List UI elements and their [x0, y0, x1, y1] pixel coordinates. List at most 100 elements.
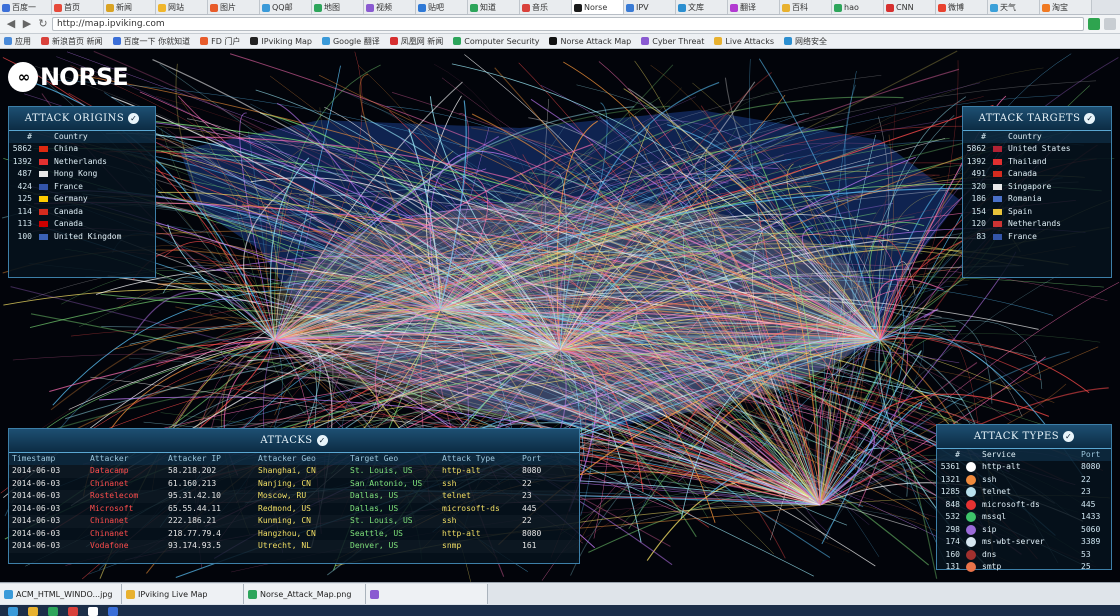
attack-cell: Microsoft [90, 503, 134, 513]
attack-cell: 2014-06-03 [12, 541, 61, 550]
type-count: 848 [945, 499, 960, 509]
browser-tab[interactable]: 微博 [936, 0, 988, 14]
bookmark-item[interactable]: 百度一下 你就知道 [112, 36, 191, 47]
browser-tab[interactable]: 新闻 [104, 0, 156, 14]
bookmark-label: 百度一下 你就知道 [123, 36, 191, 46]
browser-tab[interactable]: 文库 [676, 0, 728, 14]
tray-app-icon[interactable] [28, 606, 38, 616]
collapse-icon[interactable]: ✓ [1063, 431, 1075, 442]
type-count: 532 [945, 512, 960, 521]
taskbar-task[interactable]: IPviking Live Map [122, 584, 244, 604]
bookmark-item[interactable]: 网络安全 [784, 36, 827, 47]
browser-tab[interactable]: 百度一 [0, 0, 52, 14]
bookmark-item[interactable]: IPviking Map [250, 37, 312, 46]
targets-country: United States [1008, 144, 1071, 153]
browser-tab[interactable]: Norse [572, 0, 624, 14]
browser-tab[interactable]: 淘宝 [1040, 0, 1092, 14]
brand-name: NORSE [40, 63, 129, 91]
browser-tab[interactable]: CNN [884, 0, 936, 14]
bookmark-item[interactable]: 凤凰网 新闻 [389, 36, 443, 47]
browser-tab[interactable]: 贴吧 [416, 0, 468, 14]
bookmark-label: Live Attacks [725, 36, 775, 46]
back-icon[interactable]: ◀ [4, 17, 18, 31]
bookmark-item[interactable]: Google 翻译 [321, 36, 380, 47]
browser-tab[interactable]: 翻译 [728, 0, 780, 14]
attack-type-color-icon [966, 524, 976, 535]
tab-favicon-icon [990, 3, 998, 12]
tray-app-icon[interactable] [68, 606, 78, 616]
tab-favicon-icon [106, 3, 114, 12]
flag-icon [38, 183, 48, 190]
tray-app-icon[interactable] [48, 606, 58, 616]
origins-count: 113 [17, 219, 32, 228]
browser-tab[interactable]: 首页 [52, 0, 104, 14]
bookmark-item[interactable]: Norse Attack Map [549, 37, 631, 46]
attack-cell: 2014-06-03 [12, 491, 61, 500]
browser-tab[interactable]: 地图 [312, 0, 364, 14]
attack-types-header[interactable]: ATTACK TYPES ✓ [937, 425, 1111, 449]
attack-cell: Nanjing, CN [258, 478, 311, 488]
browser-tab[interactable]: 音乐 [520, 0, 572, 14]
browser-tab[interactable]: QQ邮 [260, 0, 312, 14]
bookmark-item[interactable]: 应用 [4, 36, 31, 47]
attack-cell: Vodafone [90, 541, 129, 550]
taskbar-task[interactable]: ACM_HTML_WINDO...jpg [0, 584, 122, 604]
targets-row: 491 Canada [963, 168, 1111, 181]
tab-label: CNN [896, 3, 914, 12]
attack-type-color-icon [966, 462, 976, 473]
attack-origins-panel: ATTACK ORIGINS ✓ # Country 5862 China 1392 N… [8, 106, 156, 278]
browser-tab[interactable]: 视频 [364, 0, 416, 14]
bookmark-item[interactable]: Computer Security [453, 37, 539, 46]
targets-row: 186 Romania [963, 193, 1111, 206]
attack-origins-header[interactable]: ATTACK ORIGINS ✓ [9, 107, 155, 131]
browser-tab[interactable]: 知道 [468, 0, 520, 14]
targets-country: Singapore [1008, 181, 1052, 191]
attack-row: 2014-06-03 Vodafone 93.174.93.5 Utrecht, NL… [9, 540, 579, 553]
collapse-icon[interactable]: ✓ [316, 435, 328, 446]
reload-icon[interactable]: ↻ [36, 17, 50, 31]
bookmark-label: Cyber Threat [652, 36, 705, 46]
attack-cell: microsoft-ds [442, 503, 500, 513]
menu-icon[interactable] [1104, 18, 1116, 30]
attack-cell: 93.174.93.5 [168, 541, 221, 550]
extension-icon[interactable] [1088, 18, 1100, 30]
attack-cell: 2014-06-03 [12, 528, 61, 538]
dot-cell [963, 486, 979, 499]
browser-tab[interactable]: 天气 [988, 0, 1040, 14]
bookmark-item[interactable]: 新浪首页 新闻 [41, 36, 103, 47]
attack-targets-header[interactable]: ATTACK TARGETS ✓ [963, 107, 1111, 131]
taskbar-tasks: ACM_HTML_WINDO...jpg IPviking Live Map Nor… [0, 584, 488, 604]
targets-count: 320 [971, 181, 986, 191]
targets-count: 120 [971, 219, 986, 228]
browser-tab[interactable]: 图片 [208, 0, 260, 14]
browser-tab[interactable]: IPV [624, 0, 676, 14]
bookmark-label: Computer Security [464, 36, 540, 46]
dot-cell [963, 524, 979, 537]
tab-label: 淘宝 [1052, 3, 1068, 12]
attack-cell: 2014-06-03 [12, 478, 61, 488]
collapse-icon[interactable]: ✓ [1084, 113, 1096, 124]
bookmark-item[interactable]: Live Attacks [714, 37, 774, 46]
tray-app-icon[interactable] [88, 606, 98, 616]
bookmark-item[interactable]: Cyber Threat [641, 37, 704, 46]
tab-label: 贴吧 [428, 3, 444, 12]
taskbar-task[interactable]: Norse_Attack_Map.png [244, 584, 366, 604]
tray-app-icon[interactable] [8, 606, 18, 616]
collapse-icon[interactable]: ✓ [128, 113, 140, 124]
url-input[interactable] [52, 17, 1084, 31]
bookmark-item[interactable]: FD 门户 [200, 36, 240, 47]
attack-row: 2014-06-03 Rostelecom 95.31.42.10 Moscow, R… [9, 490, 579, 503]
browser-tab[interactable]: 网站 [156, 0, 208, 14]
task-icon [370, 589, 379, 599]
type-count: 1321 [940, 474, 960, 484]
taskbar-task[interactable] [366, 584, 488, 604]
type-port: 22 [1081, 474, 1091, 484]
forward-icon[interactable]: ▶ [20, 17, 34, 31]
tab-label: 网站 [168, 3, 184, 12]
browser-tab[interactable]: 百科 [780, 0, 832, 14]
origins-count: 125 [17, 194, 32, 203]
browser-tab[interactable]: hao [832, 0, 884, 14]
tab-label: 微博 [948, 3, 964, 12]
attacks-header[interactable]: ATTACKS ✓ [9, 429, 579, 453]
tray-app-icon[interactable] [108, 606, 118, 616]
